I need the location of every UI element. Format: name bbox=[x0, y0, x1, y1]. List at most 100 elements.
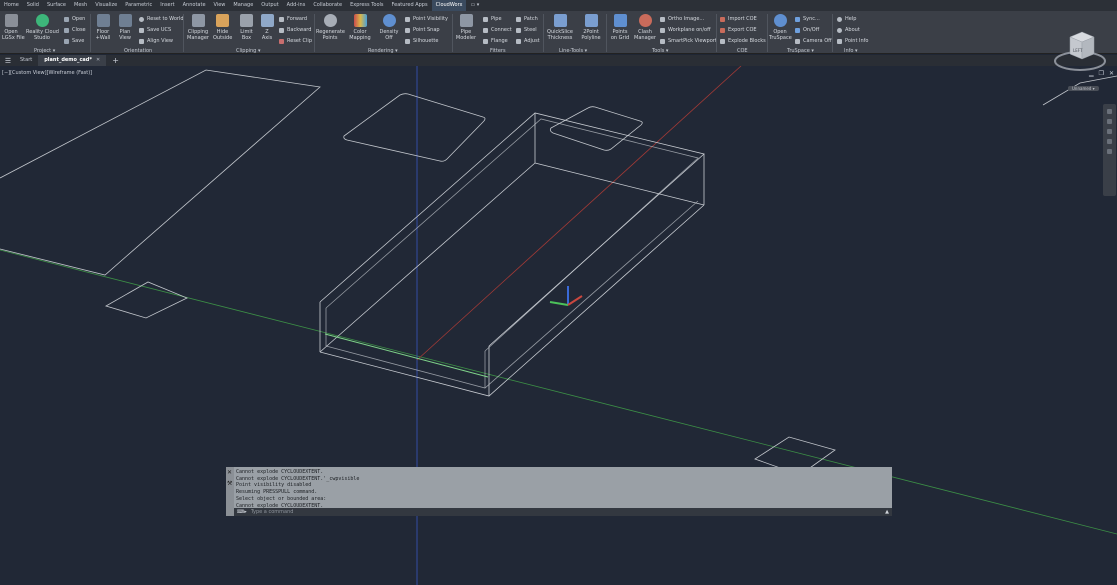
close-tab-icon[interactable]: ✕ bbox=[96, 57, 100, 63]
pipe-button[interactable]: Pipe bbox=[483, 16, 502, 22]
smartpick-button[interactable]: SmartPick Viewport bbox=[660, 38, 717, 44]
steering-wheel-icon[interactable] bbox=[1107, 149, 1112, 154]
menu-tab-surface[interactable]: Surface bbox=[43, 0, 70, 11]
project-panel-title[interactable]: Project ▾ bbox=[34, 48, 55, 54]
viewcube[interactable] bbox=[1052, 29, 1108, 79]
tools-panel-title[interactable]: Tools ▾ bbox=[652, 48, 668, 54]
about-button[interactable]: About bbox=[837, 27, 860, 33]
menu-tab-express-tools[interactable]: Express Tools bbox=[346, 0, 387, 11]
explode-blocks-button[interactable]: Explode Blocks bbox=[720, 38, 766, 44]
sync-button[interactable]: Sync... bbox=[795, 16, 820, 22]
history-up-icon[interactable]: ▲ bbox=[885, 509, 889, 515]
menu-tab-manage[interactable]: Manage bbox=[229, 0, 257, 11]
import-coe-button[interactable]: Import COE bbox=[720, 16, 757, 22]
command-window-handle[interactable]: ✕ ⚒ bbox=[226, 467, 234, 516]
clipping-manager-button[interactable]: Clipping Manager bbox=[186, 14, 210, 41]
ortho-image-button[interactable]: Ortho Image... bbox=[660, 16, 704, 22]
reset-clip-button[interactable]: Reset Clip bbox=[279, 38, 312, 44]
truspace-panel-title[interactable]: TruSpace ▾ bbox=[787, 48, 814, 54]
menu-tab-annotate[interactable]: Annotate bbox=[179, 0, 210, 11]
clipping-panel-title[interactable]: Clipping ▾ bbox=[236, 48, 260, 54]
point-info-button[interactable]: Point Info bbox=[837, 38, 868, 44]
menu-tab-mesh[interactable]: Mesh bbox=[70, 0, 91, 11]
help-button[interactable]: Help bbox=[837, 16, 856, 22]
reset-clip-icon bbox=[279, 38, 284, 44]
close-button[interactable]: Close bbox=[64, 27, 86, 33]
command-input[interactable] bbox=[250, 508, 886, 516]
hide-outside-button[interactable]: Hide Outside bbox=[213, 14, 232, 41]
orbit-icon[interactable] bbox=[1107, 129, 1112, 134]
pipe-modeler-button[interactable]: Pipe Modeler bbox=[455, 14, 477, 41]
adjust-button[interactable]: Adjust bbox=[516, 38, 540, 44]
tab-start[interactable]: Start bbox=[14, 55, 38, 66]
menu-hamburger-icon[interactable]: ☰ bbox=[2, 57, 14, 65]
plan-view-button[interactable]: Plan View bbox=[116, 14, 134, 41]
clash-manager-button[interactable]: Clash Manager bbox=[634, 14, 656, 41]
truspace-icon bbox=[773, 14, 787, 27]
menu-tab-collaborate[interactable]: Collaborate bbox=[309, 0, 346, 11]
command-prompt-icon[interactable]: ⌨▸ bbox=[237, 509, 247, 515]
steel-button[interactable]: Steel bbox=[516, 27, 537, 33]
point-snap-button[interactable]: Point Snap bbox=[405, 27, 440, 33]
save-button[interactable]: Save bbox=[64, 38, 84, 44]
color-mapping-button[interactable]: Color Mapping bbox=[349, 14, 371, 41]
menu-tab-add-ins[interactable]: Add-ins bbox=[283, 0, 310, 11]
point-visibility-button[interactable]: Point Visibility bbox=[405, 16, 448, 22]
menu-tab-parametric[interactable]: Parametric bbox=[121, 0, 156, 11]
hide-outside-label: Hide Outside bbox=[213, 29, 233, 41]
save-ucs-button[interactable]: Save UCS bbox=[139, 27, 171, 33]
rendering-panel-title[interactable]: Rendering ▾ bbox=[368, 48, 398, 54]
help-icon bbox=[837, 16, 842, 22]
points-on-grid-button[interactable]: Points on Grid bbox=[609, 14, 631, 41]
silhouette-button[interactable]: Silhouette bbox=[405, 38, 438, 44]
color-mapping-label: Color Mapping bbox=[349, 29, 371, 41]
z-axis-label: Z Axis bbox=[261, 29, 273, 41]
truspace-onoff-button[interactable]: On/Off bbox=[795, 27, 819, 33]
menu-tab-featured-apps[interactable]: Featured Apps bbox=[388, 0, 432, 11]
export-coe-button[interactable]: Export COE bbox=[720, 27, 757, 33]
viewport-label[interactable]: [−][Custom View][Wireframe (Fast)] bbox=[2, 70, 92, 76]
wrench-icon[interactable]: ⚒ bbox=[227, 480, 232, 487]
panel-divider bbox=[606, 14, 607, 52]
open-lgsx-button[interactable]: Open LGSx File bbox=[2, 14, 25, 41]
close-icon[interactable]: ✕ bbox=[1109, 70, 1114, 77]
open-truspace-button[interactable]: Open TruSpace bbox=[769, 14, 792, 41]
menu-tab-cloudworx[interactable]: CloudWorx bbox=[431, 0, 467, 11]
reset-to-world-button[interactable]: Reset to World bbox=[139, 16, 184, 22]
command-window: ✕ ⚒ Cannot explode CYCLOUDEXTENT. Cannot … bbox=[226, 467, 892, 516]
open-button[interactable]: Open bbox=[64, 16, 85, 22]
ucs-dropdown[interactable]: Unnamed ▾ bbox=[1068, 86, 1099, 91]
color-mapping-icon bbox=[353, 14, 367, 27]
patch-button[interactable]: Patch bbox=[516, 16, 538, 22]
menu-tab-visualize[interactable]: Visualize bbox=[91, 0, 121, 11]
regenerate-points-button[interactable]: Regenerate Points bbox=[316, 14, 345, 41]
close-icon[interactable]: ✕ bbox=[227, 469, 232, 476]
limit-box-button[interactable]: Limit Box bbox=[238, 14, 255, 41]
connect-button[interactable]: Connect bbox=[483, 27, 512, 33]
menu-tab-insert[interactable]: Insert bbox=[156, 0, 178, 11]
align-view-button[interactable]: Align View bbox=[139, 38, 173, 44]
showmotion-icon[interactable] bbox=[1107, 139, 1112, 144]
backward-button[interactable]: Backward bbox=[279, 27, 311, 33]
new-tab-button[interactable]: + bbox=[106, 56, 125, 65]
z-axis-button[interactable]: Z Axis bbox=[260, 14, 274, 41]
polyline-button[interactable]: 2Point Polyline bbox=[579, 14, 603, 41]
flange-button[interactable]: Flange bbox=[483, 38, 508, 44]
pan-icon[interactable] bbox=[1107, 109, 1112, 114]
workplane-button[interactable]: Workplane on/off bbox=[660, 27, 711, 33]
reality-cloud-studio-button[interactable]: Reality Cloud Studio bbox=[26, 14, 59, 41]
menu-tab-workspace[interactable]: ▭ ▾ bbox=[466, 0, 483, 11]
menu-tab-solid[interactable]: Solid bbox=[23, 0, 43, 11]
menu-tab-view[interactable]: View bbox=[210, 0, 230, 11]
tab-plant-demo[interactable]: plant_demo_cad* ✕ bbox=[38, 55, 107, 66]
forward-button[interactable]: Forward bbox=[279, 16, 307, 22]
menu-tab-home[interactable]: Home bbox=[0, 0, 23, 11]
zoom-icon[interactable] bbox=[1107, 119, 1112, 124]
linetools-panel-title[interactable]: Line-Tools ▾ bbox=[559, 48, 587, 54]
menu-tab-output[interactable]: Output bbox=[257, 0, 282, 11]
camera-off-button[interactable]: Camera Off bbox=[795, 38, 832, 44]
quickslice-button[interactable]: QuickSlice Thickness bbox=[546, 14, 574, 41]
density-off-button[interactable]: Density Off bbox=[379, 14, 399, 41]
floor-wall-button[interactable]: Floor +Wall bbox=[94, 14, 112, 41]
info-panel-title[interactable]: Info ▾ bbox=[844, 48, 858, 54]
